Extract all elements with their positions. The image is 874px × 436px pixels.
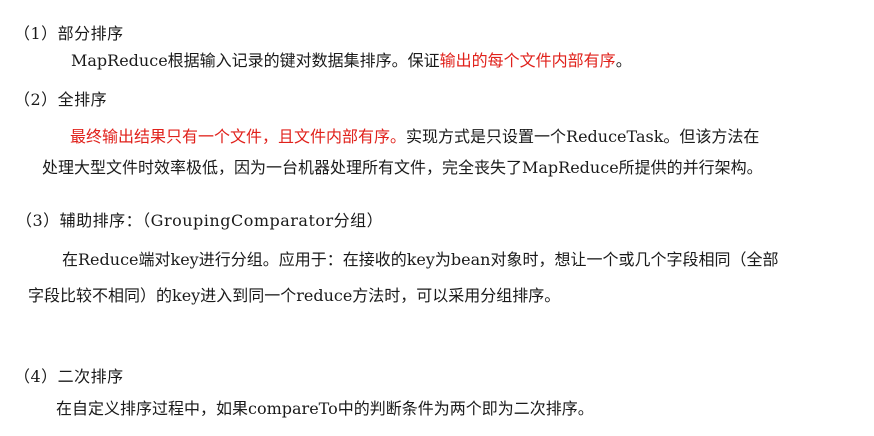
body-text: MapReduce根据输入记录的键对数据集排序。保证 <box>71 51 440 70</box>
body-text: 在Reduce端对key进行分组。应用于：在接收的key为bean对象时，想让一… <box>62 250 779 269</box>
section-2-body-line-1: 最终输出结果只有一个文件，且文件内部有序。实现方式是只设置一个ReduceTas… <box>70 126 759 148</box>
section-3-body-line-1: 在Reduce端对key进行分组。应用于：在接收的key为bean对象时，想让一… <box>62 249 778 271</box>
body-text: 实现方式是只设置一个ReduceTask。但该方法在 <box>406 127 760 146</box>
body-text: 。 <box>615 51 632 70</box>
section-1-heading: （1）部分排序 <box>14 24 124 43</box>
section-2-body-line-2: 处理大型文件时效率极低，因为一台机器处理所有文件，完全丧失了MapReduce所… <box>42 157 763 179</box>
section-4-body-line-1: 在自定义排序过程中，如果compareTo中的判断条件为两个即为二次排序。 <box>56 398 594 420</box>
section-1-body-line-1: MapReduce根据输入记录的键对数据集排序。保证输出的每个文件内部有序。 <box>71 50 632 72</box>
body-text: 在自定义排序过程中，如果compareTo中的判断条件为两个即为二次排序。 <box>56 399 594 418</box>
section-2-heading: （2）全排序 <box>14 90 108 109</box>
section-4-heading: （4）二次排序 <box>14 367 124 386</box>
highlighted-text: 最终输出结果只有一个文件，且文件内部有序。 <box>70 127 407 146</box>
body-text: 字段比较不相同）的key进入到同一个reduce方法时，可以采用分组排序。 <box>28 286 561 305</box>
body-text: 处理大型文件时效率极低，因为一台机器处理所有文件，完全丧失了MapReduce所… <box>42 158 763 177</box>
highlighted-text: 输出的每个文件内部有序 <box>439 51 616 70</box>
section-3-heading: （3）辅助排序：（GroupingComparator分组） <box>16 211 384 230</box>
section-3-body-line-2: 字段比较不相同）的key进入到同一个reduce方法时，可以采用分组排序。 <box>28 285 560 307</box>
